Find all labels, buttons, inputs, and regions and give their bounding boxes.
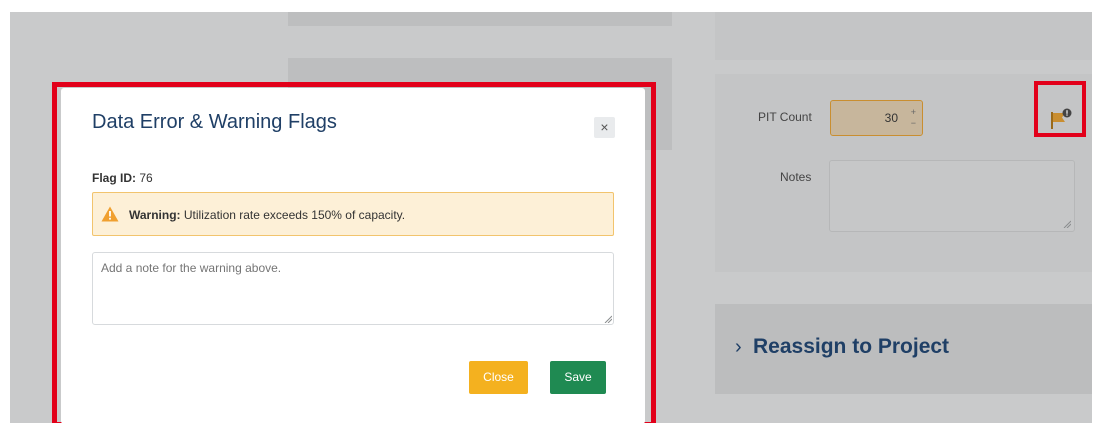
- reassign-title: Reassign to Project: [753, 335, 950, 358]
- notes-textarea[interactable]: [829, 160, 1075, 232]
- pit-count-label: PIT Count: [758, 110, 812, 124]
- save-button[interactable]: Save: [550, 361, 606, 394]
- flag-id-label: Flag ID:: [92, 171, 136, 185]
- data-error-warning-flags-modal: Data Error & Warning Flags × Flag ID: 76…: [61, 88, 645, 423]
- warning-message: Warning: Utilization rate exceeds 150% o…: [129, 208, 405, 222]
- pit-count-input[interactable]: 30 + −: [830, 100, 923, 136]
- modal-title: Data Error & Warning Flags: [92, 111, 337, 133]
- decrement-icon[interactable]: −: [911, 118, 916, 128]
- increment-icon[interactable]: +: [911, 107, 916, 117]
- close-icon[interactable]: ×: [594, 117, 615, 138]
- reassign-to-project-section[interactable]: › Reassign to Project: [715, 304, 1092, 394]
- close-button[interactable]: Close: [469, 361, 528, 394]
- warning-label: Warning:: [129, 208, 181, 222]
- pit-count-value: 30: [884, 111, 898, 125]
- background-panel-top-left: [288, 12, 672, 26]
- warning-alert: Warning: Utilization rate exceeds 150% o…: [92, 192, 614, 236]
- resize-grip-icon[interactable]: [1063, 220, 1071, 228]
- chevron-right-icon: ›: [735, 336, 742, 358]
- flag-id-value: 76: [139, 171, 153, 185]
- background-panel-top-right: [715, 12, 1092, 60]
- flag-id: Flag ID: 76: [92, 171, 153, 185]
- warning-text: Utilization rate exceeds 150% of capacit…: [183, 208, 406, 222]
- page-backdrop: PIT Count 30 + − Notes › Reassign to Pro…: [10, 12, 1092, 423]
- pit-count-stepper[interactable]: + −: [911, 107, 916, 129]
- warning-note-textarea[interactable]: [92, 252, 614, 325]
- resize-grip-icon[interactable]: [604, 315, 612, 323]
- flag-button-highlight: [1034, 81, 1086, 137]
- notes-label: Notes: [780, 170, 812, 184]
- warning-icon: [101, 206, 119, 222]
